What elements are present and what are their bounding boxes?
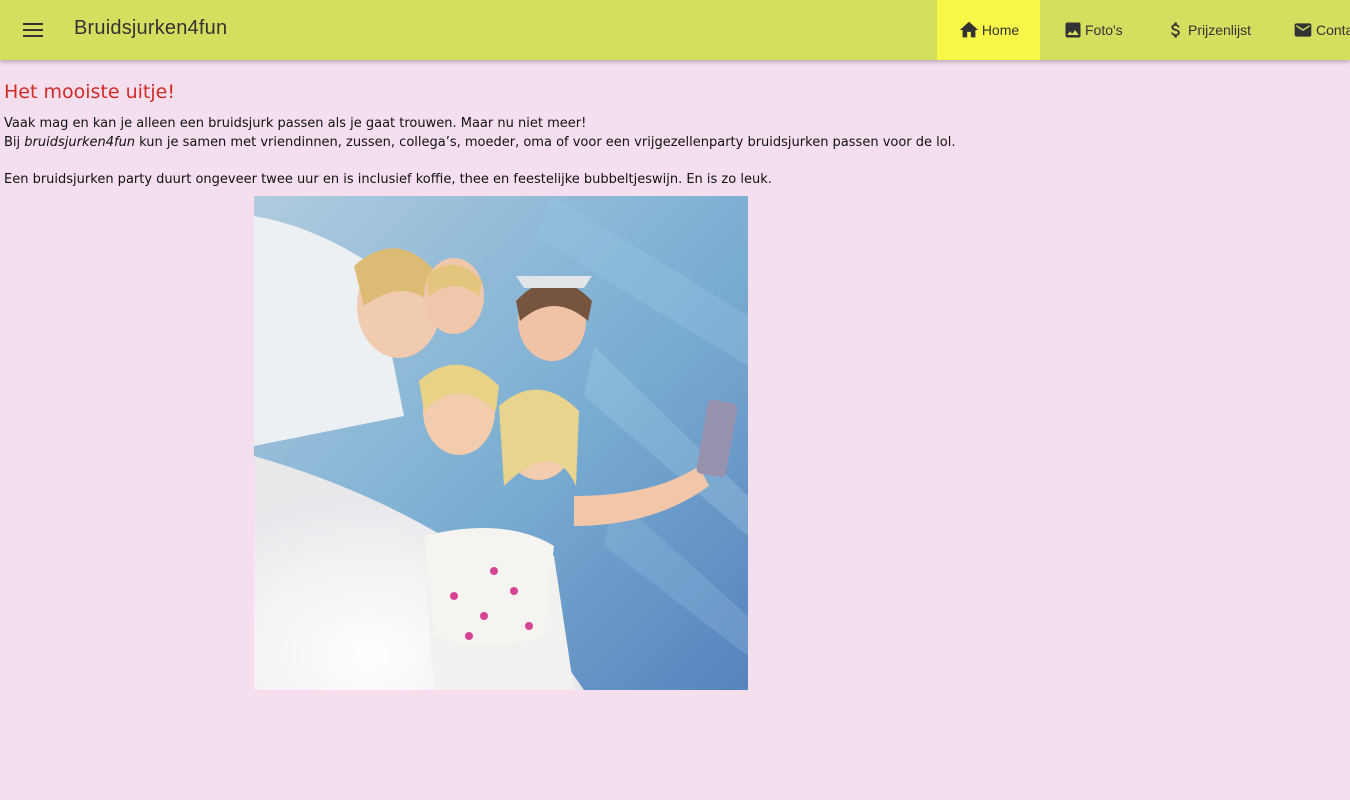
- site-title[interactable]: Bruidsjurken4fun: [74, 17, 227, 40]
- nav-fotos-label: Foto's: [1085, 22, 1123, 38]
- party-description: Een bruidsjurken party duurt ongeveer tw…: [4, 171, 772, 187]
- nav-contact[interactable]: Conta: [1292, 0, 1350, 60]
- nav-contact-label: Conta: [1316, 22, 1350, 38]
- menu-icon: [23, 23, 43, 37]
- nav-prijzenlijst-label: Prijzenlijst: [1188, 22, 1252, 38]
- home-icon: [959, 21, 978, 38]
- nav-home[interactable]: Home: [937, 0, 1040, 60]
- nav-home-label: Home: [981, 22, 1020, 38]
- menu-button[interactable]: [18, 15, 48, 45]
- intro-line-2-suffix: kun je samen met vriendinnen, zussen, co…: [135, 134, 956, 150]
- brand-name: bruidsjurken4fun: [24, 134, 136, 150]
- image-icon: [1065, 22, 1081, 38]
- intro-line-2-prefix: Bij: [4, 134, 25, 150]
- nav-fotos[interactable]: Foto's: [1063, 0, 1123, 60]
- page-heading: Het mooiste uitje!: [4, 81, 175, 103]
- intro-line-1: Vaak mag en kan je alleen een bruidsjurk…: [4, 116, 587, 131]
- main-content: Het mooiste uitje! Vaak mag en kan je al…: [4, 80, 1324, 189]
- brides-selfie-photo: [254, 196, 748, 690]
- mail-icon: [1294, 23, 1312, 37]
- app-bar: Bruidsjurken4fun Home Foto's Prijzenlijs…: [0, 0, 1350, 60]
- nav-prijzenlijst[interactable]: Prijzenlijst: [1166, 0, 1251, 60]
- intro-line-2: Bij bruidsjurken4fun kun je samen met vr…: [4, 134, 1324, 153]
- dollar-icon: [1171, 22, 1180, 38]
